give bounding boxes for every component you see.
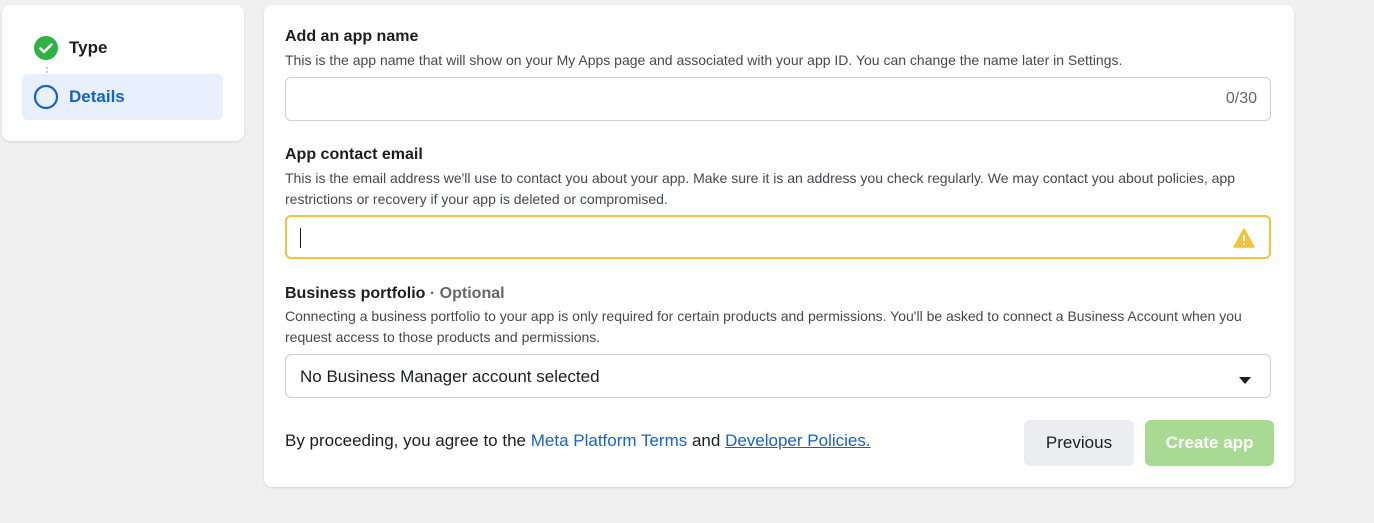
contact-email-description: This is the email address we'll use to c… (285, 170, 1235, 207)
chevron-down-icon (1238, 372, 1252, 390)
app-name-input[interactable]: 0/30 (285, 77, 1271, 121)
terms-prefix: By proceeding, you agree to the (285, 431, 531, 450)
contact-email-title: App contact email (285, 146, 423, 163)
warning-icon (1233, 228, 1255, 253)
step-type[interactable]: Type (22, 25, 223, 71)
business-portfolio-title: Business portfolio · Optional (285, 285, 505, 303)
business-portfolio-description: Connecting a business portfolio to your … (285, 308, 1242, 345)
text-cursor (300, 228, 301, 248)
business-portfolio-selected: No Business Manager account selected (300, 367, 600, 386)
app-details-form: Add an app name This is the app name tha… (264, 5, 1294, 487)
business-portfolio-select[interactable]: No Business Manager account selected (285, 354, 1271, 398)
create-app-button[interactable]: Create app (1145, 420, 1274, 466)
step-type-label: Type (69, 38, 108, 57)
terms-notice: By proceeding, you agree to the Meta Pla… (285, 431, 871, 451)
optional-label: · Optional (425, 285, 505, 302)
check-circle-icon (33, 35, 59, 61)
steps-panel: Type Details (2, 5, 244, 141)
meta-platform-terms-link[interactable]: Meta Platform Terms (531, 431, 688, 450)
developer-policies-link[interactable]: Developer Policies. (725, 431, 871, 450)
terms-and: and (687, 431, 726, 450)
step-details-label: Details (69, 87, 125, 106)
previous-button[interactable]: Previous (1024, 420, 1134, 466)
app-name-title: Add an app name (285, 28, 419, 45)
business-portfolio-title-text: Business portfolio (285, 285, 426, 302)
circle-outline-icon (33, 84, 59, 110)
app-name-char-counter: 0/30 (1225, 90, 1257, 107)
step-details[interactable]: Details (22, 74, 223, 120)
contact-email-input[interactable] (285, 215, 1271, 259)
app-name-description: This is the app name that will show on y… (285, 52, 1123, 68)
